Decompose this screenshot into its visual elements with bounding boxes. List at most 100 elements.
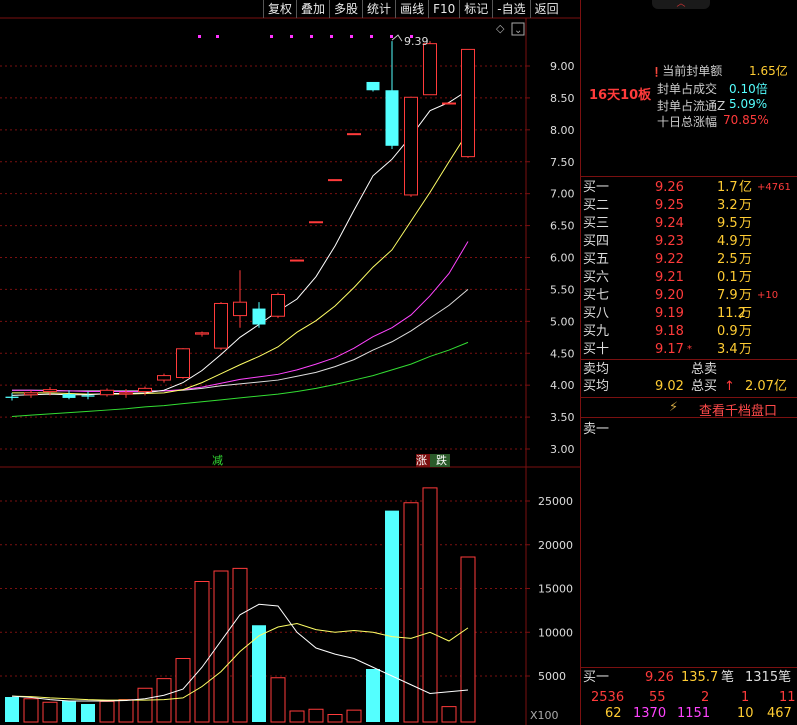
volume-bar xyxy=(385,510,399,722)
candle xyxy=(347,133,361,136)
level-change: +10 xyxy=(757,290,779,301)
back-button[interactable]: 返回 xyxy=(529,0,563,18)
volume-chart[interactable] xyxy=(5,487,476,723)
volume-bar xyxy=(232,567,248,723)
volume-bar xyxy=(270,677,286,723)
candle-body xyxy=(328,179,342,182)
level-price: 9.23 xyxy=(655,234,684,249)
ten-day-gain-label: 十日总涨幅 xyxy=(657,115,718,129)
level-price: 9.24 xyxy=(655,216,684,231)
level-volume: 3.4 xyxy=(717,342,738,357)
level-price: 9.25 xyxy=(655,198,684,213)
candle-body xyxy=(309,221,323,224)
signal-rise-label: 涨 xyxy=(416,454,427,467)
candle-body xyxy=(423,43,437,96)
order-book-row[interactable]: 买五 9.22 2.5 万 xyxy=(581,251,797,269)
candle xyxy=(290,259,304,262)
remove-watchlist-button[interactable]: -自选 xyxy=(492,0,529,18)
order-book-row[interactable]: 买六 9.21 0.1 万 xyxy=(581,269,797,287)
signal-reduce-label: 减 xyxy=(212,454,223,467)
level-unit: 万 xyxy=(739,306,753,321)
price-tick-label: 4.00 xyxy=(550,379,575,392)
mark-button[interactable]: 标记 xyxy=(459,0,492,18)
candle-body xyxy=(404,96,418,196)
draw-line-button[interactable]: 画线 xyxy=(395,0,428,18)
level-price: 9.19 xyxy=(655,306,684,321)
candle xyxy=(119,388,133,398)
candle-body xyxy=(43,389,57,393)
candle xyxy=(176,348,190,379)
fuquan-button[interactable]: 复权 xyxy=(263,0,296,18)
multi-stock-button[interactable]: 多股 xyxy=(329,0,362,18)
high-marker xyxy=(391,34,403,42)
signal-dot xyxy=(370,35,373,38)
level-volume: 7.9 xyxy=(717,288,738,303)
divider xyxy=(581,417,797,418)
arrow-up-icon: ↑ xyxy=(724,379,735,394)
order-book-row[interactable]: 买一 9.26 1.7 亿 +4761 xyxy=(581,179,797,197)
candle xyxy=(62,390,76,400)
price-ma10-line xyxy=(12,131,469,395)
order-book-row[interactable]: 买九 9.18 0.9 万 xyxy=(581,323,797,341)
order-book-row[interactable]: 买八 9.19 11.2 万 xyxy=(581,305,797,323)
volume-bar xyxy=(62,700,76,722)
candle-body xyxy=(81,395,95,397)
order-book-row[interactable]: 买三 9.24 9.5 万 xyxy=(581,215,797,233)
price-tick-label: 9.00 xyxy=(550,60,575,73)
volume-bar xyxy=(422,487,438,723)
buy-avg-row: 买均 9.02 总买 ↑ 2.07 亿 xyxy=(583,379,788,394)
price-chart[interactable]: ◇ ⌄ 9.39 减 涨跌 xyxy=(5,22,525,467)
price-tick-label: 4.50 xyxy=(550,347,575,360)
order-book-row[interactable]: 买二 9.25 3.2 万 xyxy=(581,197,797,215)
candle-body xyxy=(100,389,114,396)
candle xyxy=(423,41,437,96)
volume-bar xyxy=(81,704,95,722)
footer-row-2: 62 1370 1151 10 467 xyxy=(605,706,792,721)
candle-body xyxy=(233,301,247,317)
volume-bar xyxy=(403,502,419,723)
signal-dot xyxy=(198,35,201,38)
level-unit: 万 xyxy=(739,342,753,357)
volume-bar xyxy=(194,581,210,723)
seal-amount-label: ❗当前封单额 xyxy=(651,64,723,78)
chevron-down-icon: ⌄ xyxy=(514,25,522,36)
level-label: 买九 xyxy=(583,324,610,339)
sell-avg-row: 卖均 总卖 xyxy=(583,362,718,377)
volume-bar xyxy=(289,710,305,723)
overlay-button[interactable]: 叠加 xyxy=(296,0,329,18)
level-unit: 万 xyxy=(739,234,753,249)
statistics-button[interactable]: 统计 xyxy=(362,0,395,18)
f10-button[interactable]: F10 xyxy=(428,0,459,18)
chart-area[interactable]: 9.00 8.50 8.00 7.50 7.00 6.50 6.00 5.50 5.00 4.50… xyxy=(0,0,580,725)
footer-buy-one-row: 买一 9.26 135.7 笔 1315笔 xyxy=(583,670,792,685)
price-tick-label: 3.50 xyxy=(550,411,575,424)
volume-tick-label: 20000 xyxy=(538,539,573,552)
level-label: 买八 xyxy=(583,306,610,321)
lightning-icon: ⚡ xyxy=(669,400,679,415)
candle-body xyxy=(347,133,361,136)
order-book-row[interactable]: 买四 9.23 4.9 万 xyxy=(581,233,797,251)
level-unit: 万 xyxy=(739,270,753,285)
level-unit: 万 xyxy=(739,216,753,231)
divider xyxy=(581,359,797,360)
level-label: 买二 xyxy=(583,198,610,213)
volume-bar xyxy=(5,697,19,722)
candle xyxy=(271,292,285,319)
order-book-row[interactable]: 买七 9.20 7.9 万 +10 xyxy=(581,287,797,305)
level-label: 买五 xyxy=(583,252,610,267)
candle xyxy=(404,96,418,197)
candle-body xyxy=(157,375,171,381)
level-unit: 万 xyxy=(739,324,753,339)
order-book-row[interactable]: 买十 9.17 3.4 万 * xyxy=(581,341,797,359)
level-unit: 亿 xyxy=(739,180,753,195)
volume-bar xyxy=(23,698,39,723)
candle-body xyxy=(62,394,76,398)
level-unit: 万 xyxy=(739,288,753,303)
level-volume: 0.9 xyxy=(717,324,738,339)
volume-unit-label: X100 xyxy=(530,709,559,722)
volume-bar xyxy=(460,556,476,723)
volume-bar xyxy=(327,714,343,723)
candle xyxy=(309,221,323,224)
candle xyxy=(366,81,380,92)
divider xyxy=(581,397,797,398)
